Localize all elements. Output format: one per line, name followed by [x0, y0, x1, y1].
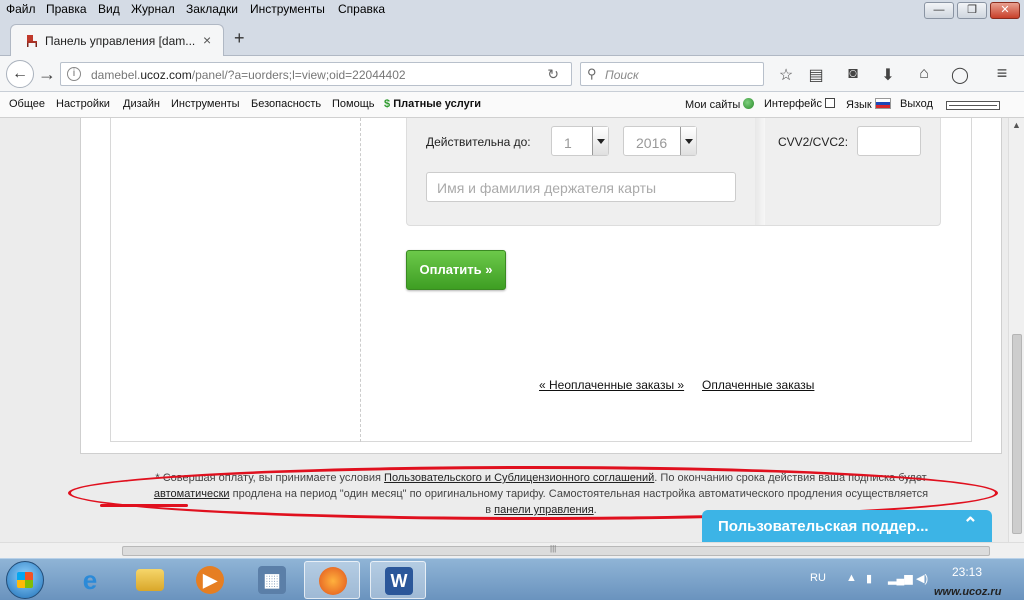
word-icon: W — [385, 567, 413, 595]
menu-help[interactable]: Справка — [338, 2, 385, 16]
address-bar[interactable]: i damebel.ucoz.com/panel/?a=uorders;l=vi… — [60, 62, 572, 86]
home-icon[interactable]: ⌂ — [914, 65, 934, 83]
info-icon[interactable]: i — [67, 67, 81, 81]
search-placeholder: Поиск — [605, 68, 639, 82]
form-section-divider — [755, 118, 765, 225]
media-player-icon: ▶ — [196, 566, 224, 594]
reload-icon[interactable]: ↻ — [547, 66, 559, 83]
interface-checkbox[interactable] — [825, 98, 836, 108]
reading-list-icon[interactable]: ▤ — [806, 65, 826, 85]
cvv-input[interactable] — [857, 126, 921, 156]
chevron-down-icon[interactable] — [680, 127, 696, 155]
forward-button[interactable]: → — [37, 64, 57, 85]
taskbar-explorer[interactable] — [122, 561, 178, 599]
panel-item-paid-services[interactable]: $ Платные услуги — [384, 98, 481, 110]
tray-expand-icon[interactable]: ▲ — [846, 572, 857, 584]
bookmark-star-icon[interactable]: ☆ — [776, 65, 796, 85]
taskbar-media-player[interactable]: ▶ — [182, 561, 238, 599]
column-divider — [360, 118, 361, 442]
search-input[interactable]: ⚲ Поиск — [580, 62, 764, 86]
logout-link[interactable]: Выход — [900, 98, 933, 110]
watermark: www.ucoz.ru — [934, 586, 1002, 598]
ucoz-panel-bar: Общее Настройки Дизайн Инструменты Безоп… — [0, 92, 1024, 118]
search-icon: ⚲ — [587, 66, 597, 81]
valid-until-label: Действительна до: — [426, 135, 531, 149]
tab-strip: Панель управления [dam... × + — [0, 20, 1024, 56]
page-content: Действительна до: 1 2016 CVV2/CVC2: Имя … — [0, 118, 1008, 542]
menu-history[interactable]: Журнал — [131, 2, 175, 16]
menu-file[interactable]: Файл — [6, 2, 36, 16]
close-window-button[interactable]: ✕ — [990, 2, 1020, 19]
dollar-icon: $ — [384, 98, 391, 110]
expiry-month-select[interactable]: 1 — [551, 126, 609, 156]
unpaid-orders-link[interactable]: « Неоплаченные заказы » — [539, 378, 684, 392]
vertical-scroll-thumb[interactable] — [1012, 334, 1022, 534]
panel-item-design[interactable]: Дизайн — [123, 98, 160, 110]
annotation-red-underline — [100, 504, 188, 507]
navigation-bar: ← → i damebel.ucoz.com/panel/?a=uorders;… — [0, 56, 1024, 92]
menu-view[interactable]: Вид — [98, 2, 120, 16]
tab-close-icon[interactable]: × — [203, 32, 211, 48]
panel-item-general[interactable]: Общее — [9, 98, 45, 110]
interface-toggle[interactable]: Интерфейс — [764, 98, 836, 110]
language-selector[interactable]: Язык — [846, 98, 891, 111]
paid-orders-link[interactable]: Оплаченные заказы — [702, 378, 814, 392]
panel-item-tools[interactable]: Инструменты — [171, 98, 240, 110]
menu-bar: Файл Правка Вид Журнал Закладки Инструме… — [0, 0, 1024, 20]
panel-item-security[interactable]: Безопасность — [251, 98, 321, 110]
expiry-year-select[interactable]: 2016 — [623, 126, 697, 156]
pay-button[interactable]: Оплатить » — [406, 250, 506, 290]
support-widget-title: Пользовательская поддер... — [718, 518, 929, 535]
signal-icon[interactable]: ▂▄▆ — [888, 572, 913, 585]
new-tab-button[interactable]: + — [234, 28, 245, 49]
chair-favicon-icon — [27, 35, 37, 47]
url-text: damebel.ucoz.com/panel/?a=uorders;l=view… — [91, 68, 406, 82]
menu-bookmarks[interactable]: Закладки — [186, 2, 238, 16]
chevron-down-icon[interactable] — [592, 127, 608, 155]
windows-taskbar: e ▶ ▦ W RU ▲ ▮ ▂▄▆ ◀) 23:13 www.ucoz.ru — [0, 558, 1024, 600]
chat-icon[interactable]: ◯ — [950, 65, 970, 85]
pocket-icon[interactable]: ◙ — [843, 65, 863, 83]
menu-tools[interactable]: Инструменты — [250, 2, 325, 16]
computer-icon: ▦ — [258, 566, 286, 594]
language-indicator[interactable]: RU — [810, 572, 826, 584]
start-button[interactable] — [6, 561, 44, 599]
maximize-button[interactable]: ❐ — [957, 2, 987, 19]
folder-icon — [136, 569, 164, 591]
panel-item-settings[interactable]: Настройки — [56, 98, 110, 110]
taskbar-firefox[interactable] — [304, 561, 360, 599]
scroll-up-icon[interactable]: ▲ — [1012, 120, 1021, 130]
globe-icon — [743, 98, 755, 109]
taskbar-ie[interactable]: e — [62, 561, 118, 599]
download-icon[interactable]: ⬇ — [878, 65, 898, 85]
vertical-scrollbar[interactable]: ▲ — [1008, 118, 1024, 542]
hamburger-menu-icon[interactable]: ≡ — [992, 63, 1012, 84]
back-button[interactable]: ← — [6, 60, 34, 88]
support-widget[interactable]: Пользовательская поддер... ⌃ — [702, 510, 992, 542]
cardholder-name-input[interactable]: Имя и фамилия держателя карты — [426, 172, 736, 202]
menu-edit[interactable]: Правка — [46, 2, 87, 16]
cvv-label: CVV2/CVC2: — [778, 135, 849, 149]
taskbar-network[interactable]: ▦ — [244, 561, 300, 599]
panel-item-help[interactable]: Помощь — [332, 98, 375, 110]
panel-size-slider[interactable] — [946, 101, 1000, 110]
minimize-button[interactable]: — — [924, 2, 954, 19]
scroll-grip-icon: ||| — [550, 544, 557, 553]
horizontal-scrollbar[interactable]: ||| — [0, 542, 1024, 558]
tab-title: Панель управления [dam... — [45, 34, 196, 48]
ie-icon: e — [82, 565, 98, 595]
volume-icon[interactable]: ◀) — [916, 572, 928, 585]
card-form: Действительна до: 1 2016 CVV2/CVC2: Имя … — [406, 118, 941, 226]
firefox-icon — [319, 567, 347, 595]
my-sites-link[interactable]: Мои сайты — [685, 98, 755, 111]
tab-control-panel[interactable]: Панель управления [dam... × — [10, 24, 224, 56]
battery-icon[interactable]: ▮ — [866, 572, 872, 585]
russia-flag-icon — [874, 98, 891, 109]
clock[interactable]: 23:13 — [952, 565, 982, 579]
taskbar-word[interactable]: W — [370, 561, 426, 599]
chevron-up-icon[interactable]: ⌃ — [963, 514, 978, 535]
